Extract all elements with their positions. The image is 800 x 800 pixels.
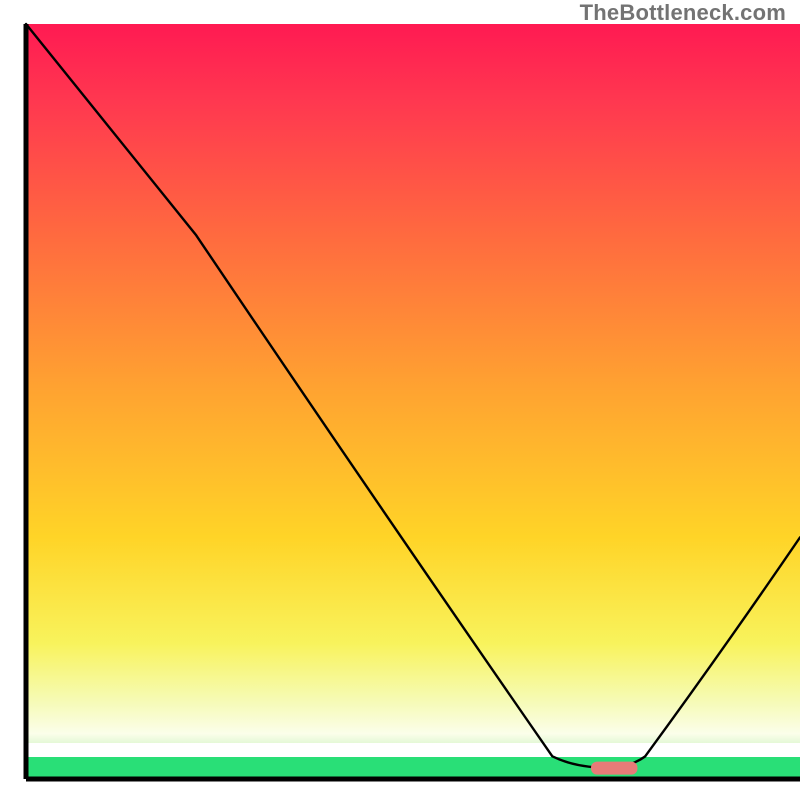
chart-svg — [0, 0, 800, 800]
chart-container: TheBottleneck.com — [0, 0, 800, 800]
minimum-marker — [591, 762, 637, 775]
plot-background — [26, 24, 800, 779]
plot-white-band — [26, 743, 800, 757]
plot-green-strip — [26, 757, 800, 779]
